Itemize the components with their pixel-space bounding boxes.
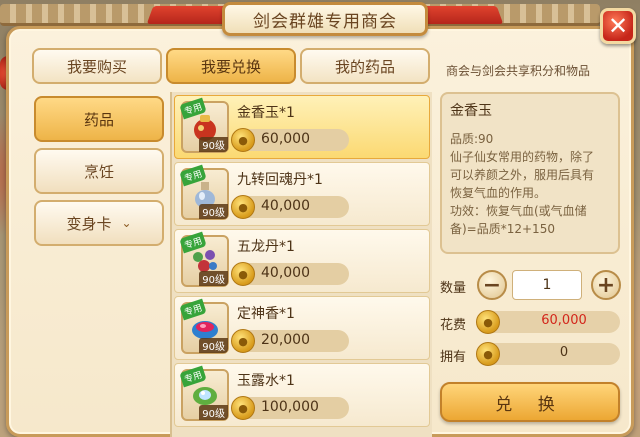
- close-icon: ✕: [607, 12, 629, 40]
- item-price: 60,000: [261, 131, 310, 147]
- tab-label: 我要购买: [66, 57, 127, 76]
- detail-effect-line: 备)=品质*12+150: [450, 222, 555, 236]
- price-bar: ● 40,000: [231, 195, 349, 219]
- price-bar: ● 100,000: [231, 396, 349, 420]
- coin-icon: ●: [476, 310, 500, 334]
- detail-desc-line: 恢复气血的作用。: [450, 186, 547, 200]
- quantity-value: 1: [542, 277, 552, 293]
- detail-desc-line: 可以养颜之外，服用后具有: [450, 168, 595, 182]
- item-price: 20,000: [261, 332, 310, 348]
- detail-effect-line: 功效：恢复气血(或气血储: [450, 204, 587, 218]
- category-label: 烹饪: [83, 162, 114, 181]
- own-bar: ● 0: [476, 342, 620, 366]
- tab-my-medicine[interactable]: 我的药品: [300, 48, 430, 84]
- coin-icon: ●: [231, 262, 255, 286]
- quantity-label: 数量: [440, 281, 467, 296]
- tab-exchange[interactable]: 我要兑换: [166, 48, 296, 84]
- coin-icon: ●: [231, 396, 255, 420]
- item-price: 40,000: [261, 198, 310, 214]
- category-transform-card[interactable]: 变身卡 ⌄: [34, 200, 164, 246]
- detail-quality: 品质:90: [450, 132, 494, 146]
- category-medicine[interactable]: 药品: [34, 96, 164, 142]
- price-bar: ● 40,000: [231, 262, 349, 286]
- item-name: 玉露水*1: [237, 373, 295, 389]
- coin-icon: ●: [231, 195, 255, 219]
- list-item[interactable]: 专用 90级 玉露水*1 ● 100,000: [174, 363, 430, 427]
- list-item[interactable]: 专用 90级 五龙丹*1 ● 40,000: [174, 229, 430, 293]
- level-badge: 90级: [199, 204, 228, 219]
- detail-title: 金香玉: [450, 103, 492, 119]
- pouch-icon: 专用 90级: [179, 97, 229, 153]
- coin-icon: ●: [476, 342, 500, 366]
- list-item[interactable]: 专用 90级 定神香*1 ● 20,000: [174, 296, 430, 360]
- tab-label: 我的药品: [334, 57, 395, 76]
- plus-icon: +: [596, 272, 616, 298]
- quantity-input[interactable]: 1: [512, 270, 582, 300]
- cost-value: 60,000: [541, 313, 587, 328]
- category-cooking[interactable]: 烹饪: [34, 148, 164, 194]
- item-name: 九转回魂丹*1: [237, 172, 323, 188]
- cost-bar: ● 60,000: [476, 310, 620, 334]
- close-button[interactable]: ✕: [600, 8, 636, 44]
- window-title: 剑会群雄专用商会: [222, 2, 428, 36]
- decrease-button[interactable]: −: [477, 270, 507, 300]
- item-price: 100,000: [261, 399, 319, 415]
- detail-desc-line: 仙子仙女常用的药物，除了: [450, 150, 595, 164]
- level-badge: 90级: [199, 137, 228, 152]
- increase-button[interactable]: +: [591, 270, 621, 300]
- own-value: 0: [559, 345, 569, 360]
- item-name: 五龙丹*1: [237, 239, 295, 255]
- level-badge: 90级: [199, 405, 228, 420]
- category-label: 变身卡: [66, 214, 112, 233]
- potion-bottle-icon: 专用 90级: [179, 164, 229, 220]
- minus-icon: −: [482, 272, 502, 298]
- shared-points-note: 商会与剑会共享积分和物品: [446, 64, 591, 78]
- chevron-down-icon: ⌄: [121, 216, 132, 230]
- tab-label: 我要兑换: [200, 57, 261, 76]
- list-item[interactable]: 专用 90级 九转回魂丹*1 ● 40,000: [174, 162, 430, 226]
- tab-buy[interactable]: 我要购买: [32, 48, 162, 84]
- item-detail-panel: 金香玉 品质:90 仙子仙女常用的药物，除了 可以养颜之外，服用后具有 恢复气血…: [440, 92, 620, 254]
- item-price: 40,000: [261, 265, 310, 281]
- leaf-dew-icon: 专用 90级: [179, 365, 229, 421]
- item-name: 金香玉*1: [237, 105, 295, 121]
- incense-bowl-icon: 专用 90级: [179, 298, 229, 354]
- category-label: 药品: [83, 110, 114, 129]
- level-badge: 90级: [199, 271, 228, 286]
- cost-label: 花费: [440, 318, 467, 333]
- price-bar: ● 20,000: [231, 329, 349, 353]
- pills-icon: 专用 90级: [179, 231, 229, 287]
- exchange-button[interactable]: 兑 换: [440, 382, 620, 422]
- price-bar: ● 60,000: [231, 128, 349, 152]
- list-item[interactable]: 专用 90级 金香玉*1 ● 60,000: [174, 95, 430, 159]
- coin-icon: ●: [231, 329, 255, 353]
- coin-icon: ●: [231, 128, 255, 152]
- exchange-label: 兑 换: [495, 394, 565, 415]
- level-badge: 90级: [199, 338, 228, 353]
- own-label: 拥有: [440, 350, 467, 365]
- item-name: 定神香*1: [237, 306, 295, 322]
